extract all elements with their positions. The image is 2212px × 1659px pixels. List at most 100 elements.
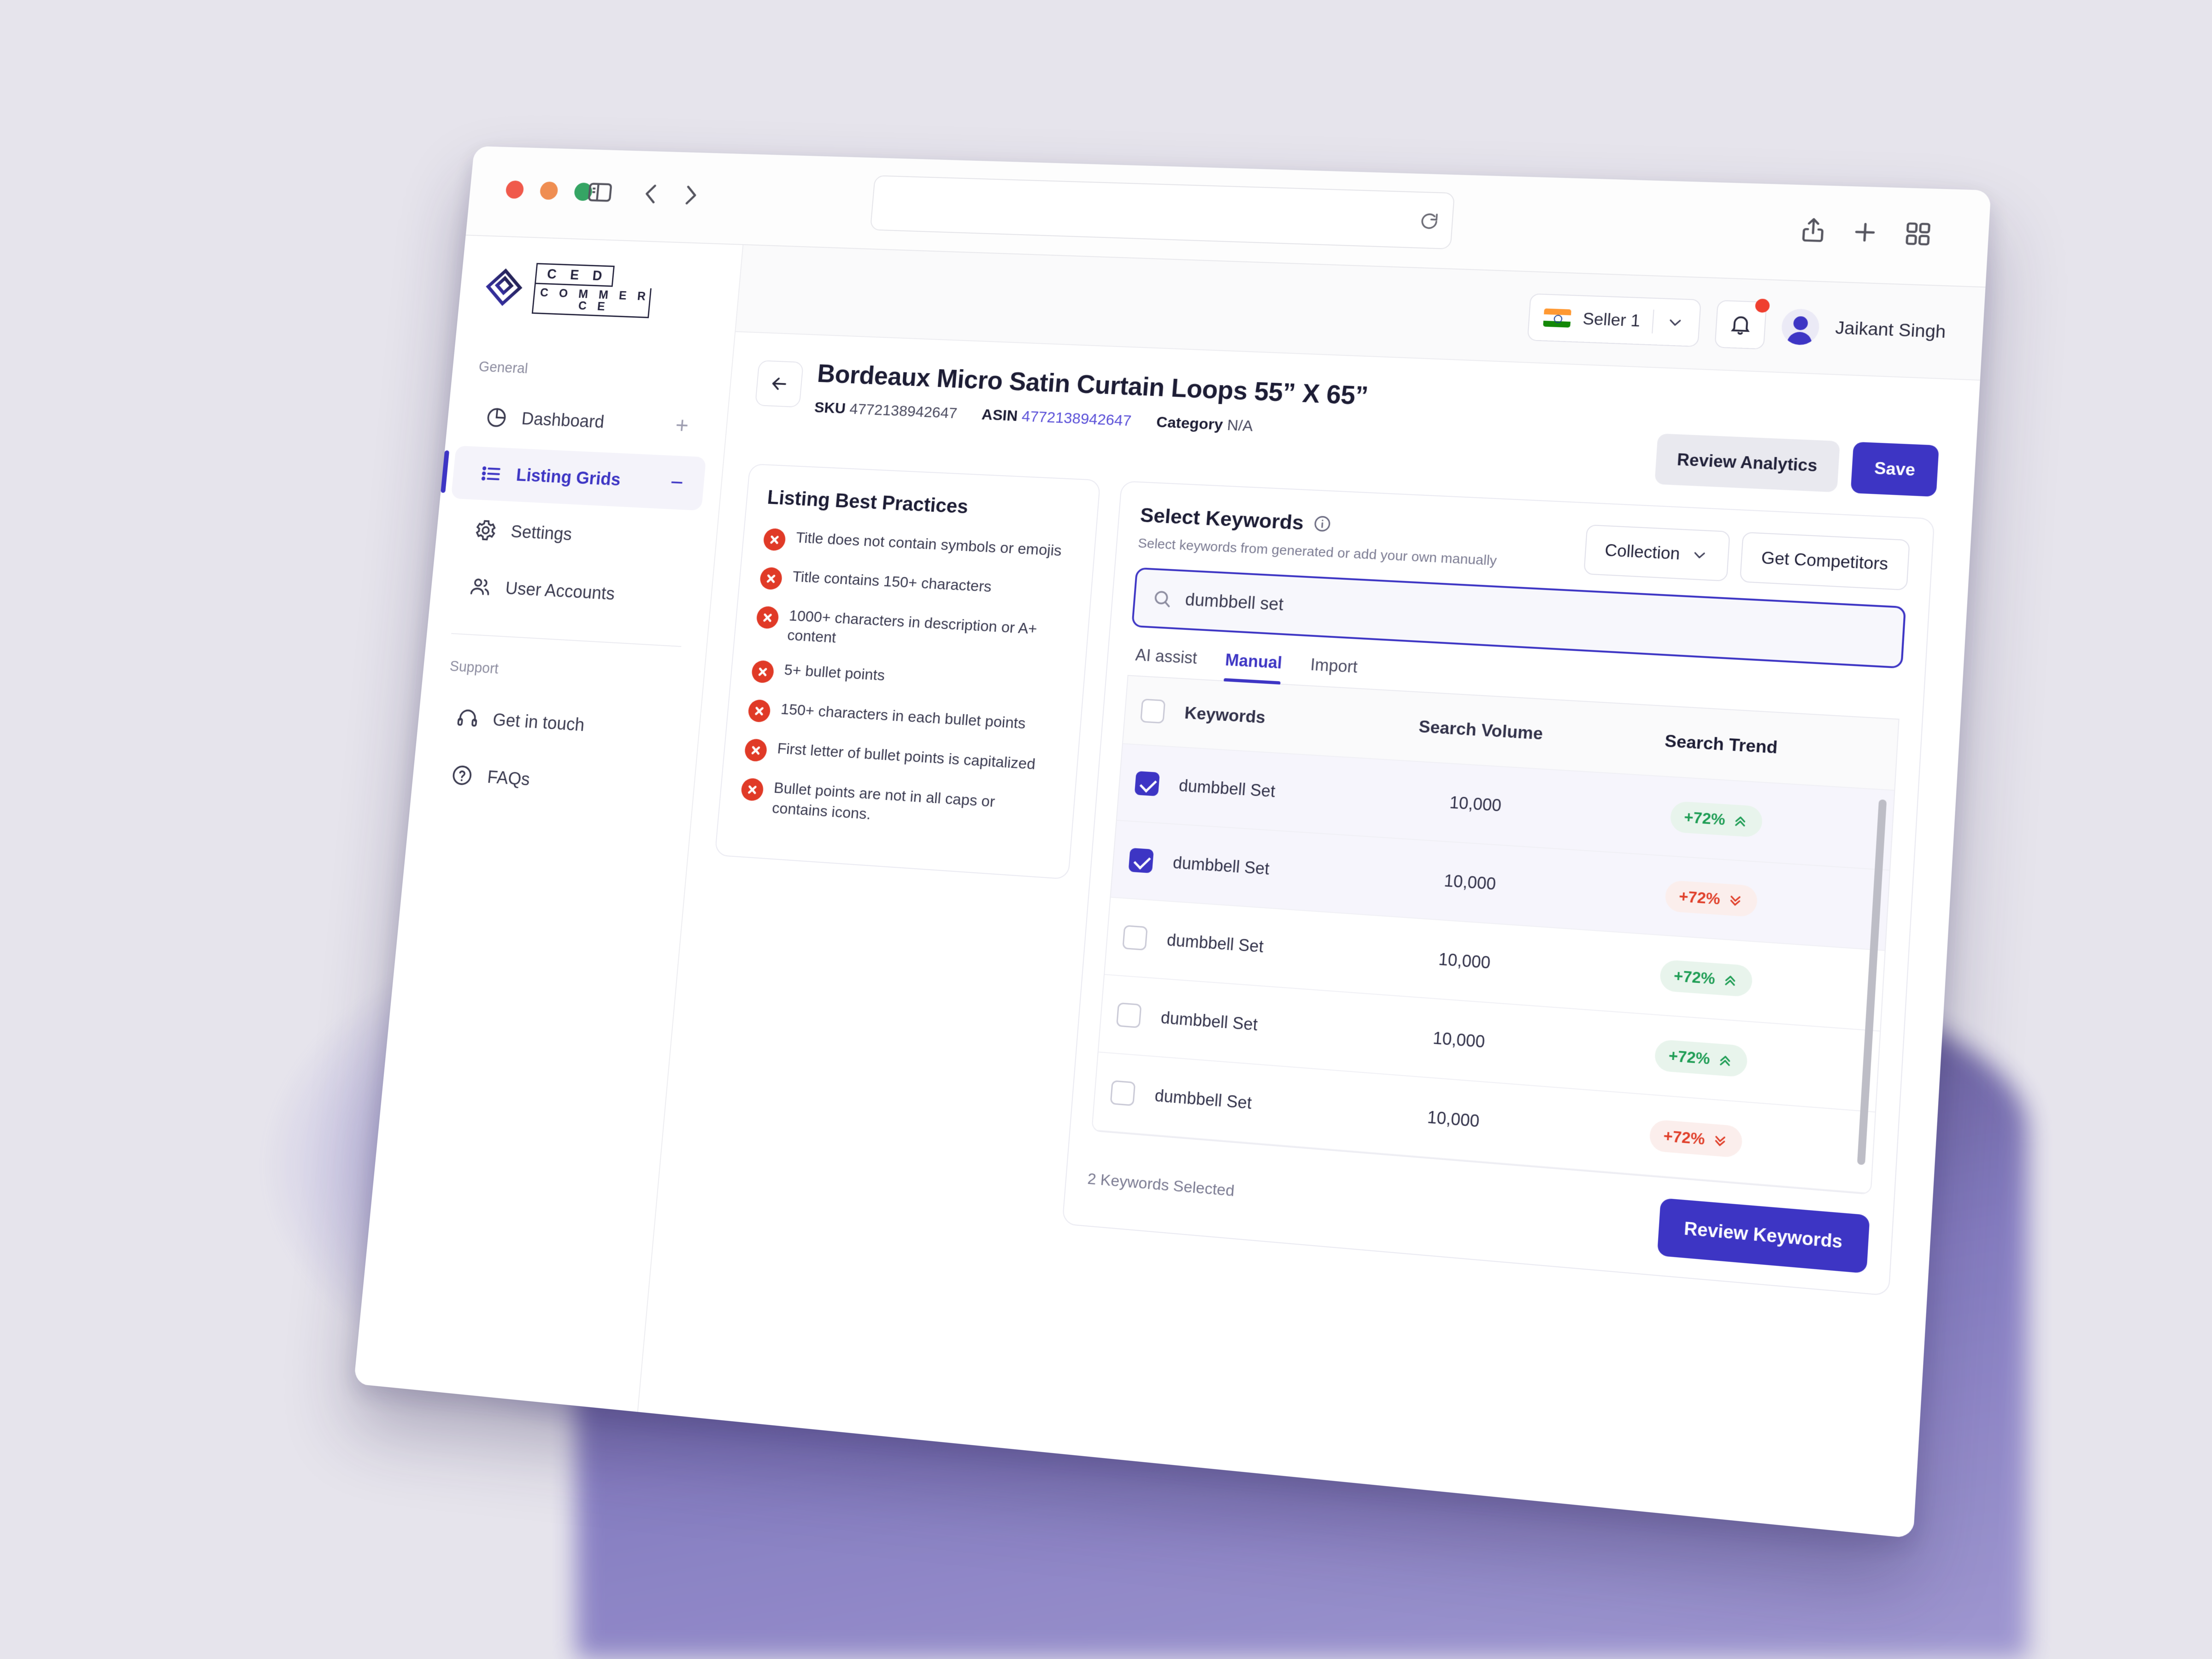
tab-ai-assist[interactable]: AI assist (1134, 645, 1198, 679)
chevrons-up-icon (1731, 812, 1749, 829)
url-input[interactable] (870, 175, 1455, 250)
row-checkbox[interactable] (1122, 925, 1148, 951)
dashboard-expand-toggle[interactable]: + (674, 413, 689, 439)
best-practice-item: 1000+ characters in description or A+ co… (754, 604, 1068, 661)
back-button[interactable] (754, 360, 804, 408)
collection-dropdown[interactable]: Collection (1583, 524, 1730, 582)
cell-keyword: dumbbell Set (1154, 1086, 1253, 1113)
search-icon (1151, 588, 1173, 610)
column-header-search-volume: Search Volume (1418, 717, 1544, 743)
chevron-down-icon (1665, 313, 1685, 332)
error-x-icon (755, 606, 780, 629)
sidebar-toggle-icon[interactable] (585, 178, 615, 207)
reload-icon[interactable] (1418, 211, 1441, 232)
trend-badge-down: +72% (1649, 1119, 1743, 1159)
row-checkbox[interactable] (1110, 1080, 1136, 1106)
sidebar-item-label: FAQs (486, 767, 531, 789)
row-checkbox[interactable] (1134, 771, 1160, 796)
best-practice-text: 1000+ characters in description or A+ co… (786, 607, 1038, 647)
column-header-keywords: Keywords (1184, 703, 1266, 727)
best-practice-text: First letter of bullet points is capital… (777, 740, 1036, 773)
avatar[interactable] (1780, 308, 1820, 346)
asin-value: 4772138942647 (1021, 407, 1132, 429)
listing-grids-collapse-toggle[interactable]: − (669, 470, 684, 495)
sku-field: SKU 4772138942647 (814, 399, 958, 422)
error-x-icon (763, 528, 787, 551)
best-practice-item: 5+ bullet points (751, 659, 1063, 700)
sidebar-item-get-in-touch[interactable]: Get in touch (427, 689, 684, 758)
tabs-overview-icon[interactable] (1901, 218, 1935, 250)
error-x-icon (759, 567, 783, 590)
new-tab-icon[interactable] (1848, 217, 1882, 248)
asin-label: ASIN (981, 406, 1018, 424)
row-checkbox[interactable] (1116, 1002, 1142, 1029)
cell-search-volume: 10,000 (1426, 1107, 1480, 1131)
chevrons-up-icon (1716, 1051, 1734, 1069)
forward-icon[interactable] (675, 181, 706, 210)
brand-line-2: C O M M E R C E (531, 284, 652, 318)
separator (1652, 309, 1654, 334)
info-icon[interactable] (1312, 514, 1333, 534)
chevron-down-icon (1690, 546, 1709, 564)
trend-badge-up: +72% (1659, 959, 1753, 997)
asin-field[interactable]: ASIN 4772138942647 (981, 406, 1132, 430)
best-practice-item: Title contains 150+ characters (759, 565, 1071, 606)
cell-search-volume: 10,000 (1443, 871, 1497, 894)
user-name: Jaikant Singh (1835, 318, 1947, 342)
review-analytics-button[interactable]: Review Analytics (1654, 433, 1840, 493)
page-actions: Review Analytics Save (1654, 394, 1941, 497)
sidebar-item-label: Listing Grids (515, 465, 622, 489)
close-window-button[interactable] (505, 180, 524, 199)
select-all-checkbox[interactable] (1140, 698, 1166, 724)
back-icon[interactable] (636, 179, 666, 209)
selected-count: 2 Keywords Selected (1087, 1169, 1235, 1200)
save-button[interactable]: Save (1850, 441, 1939, 497)
select-keywords-card: Select Keywords Select keywords from gen… (1062, 481, 1935, 1296)
search-value: dumbbell set (1184, 590, 1284, 614)
listing-best-practices-card: Listing Best Practices Title does not co… (714, 463, 1101, 880)
brand-logo[interactable]: C E D C O M M E R C E (459, 260, 741, 322)
notifications-button[interactable] (1714, 298, 1770, 350)
minimize-window-button[interactable] (539, 181, 559, 200)
get-competitors-button[interactable]: Get Competitors (1739, 532, 1910, 591)
sidebar-item-faqs[interactable]: FAQs (422, 746, 678, 816)
best-practice-text: Bullet points are not in all caps or con… (771, 779, 996, 823)
sidebar-section-support-label: Support (449, 658, 500, 677)
seller-name: Seller 1 (1582, 309, 1641, 330)
cell-search-trend: +72% (1560, 1032, 1844, 1085)
pie-chart-icon (484, 405, 510, 430)
sidebar-item-settings[interactable]: Settings (446, 502, 701, 568)
cell-search-trend: +72% (1565, 953, 1849, 1004)
sku-label: SKU (813, 399, 847, 417)
main-content: Seller 1 Jaikant Singh Bordeaux Micro Sa… (638, 245, 1986, 1539)
seller-selector[interactable]: Seller 1 (1527, 293, 1701, 347)
collection-label: Collection (1604, 541, 1681, 564)
tab-import[interactable]: Import (1309, 655, 1358, 688)
best-practice-text: Title contains 150+ characters (792, 568, 992, 596)
content-area: Listing Best Practices Title does not co… (658, 442, 1973, 1300)
trend-value: +72% (1683, 808, 1726, 829)
sidebar-item-label: User Accounts (504, 578, 616, 604)
sidebar-item-listing-grids[interactable]: Listing Grids − (451, 445, 706, 511)
cell-keyword: dumbbell Set (1166, 930, 1265, 956)
trend-value: +72% (1668, 1047, 1711, 1068)
tab-manual[interactable]: Manual (1224, 650, 1282, 683)
best-practice-item: 150+ characters in each bullet points (747, 698, 1060, 741)
sidebar-item-user-accounts[interactable]: User Accounts (440, 558, 696, 625)
sidebar-item-label: Get in touch (492, 710, 586, 735)
sidebar-item-label: Dashboard (521, 409, 605, 432)
category-value: N/A (1226, 416, 1254, 435)
keywords-heading-block: Select Keywords Select keywords from gen… (1137, 503, 1500, 569)
category-field: Category N/A (1156, 413, 1253, 435)
sidebar-divider (451, 633, 682, 647)
review-keywords-button[interactable]: Review Keywords (1657, 1198, 1870, 1274)
trend-badge-up: +72% (1654, 1039, 1748, 1078)
error-x-icon (740, 777, 765, 802)
best-practice-item: Bullet points are not in all caps or con… (739, 776, 1054, 836)
share-icon[interactable] (1796, 215, 1830, 247)
best-practice-text: Title does not contain symbols or emojis (795, 529, 1062, 559)
browser-window: C E D C O M M E R C E General Dashboard … (353, 146, 1991, 1539)
row-checkbox[interactable] (1128, 847, 1154, 873)
india-flag-icon (1543, 308, 1571, 328)
sidebar-item-dashboard[interactable]: Dashboard + (456, 389, 711, 453)
